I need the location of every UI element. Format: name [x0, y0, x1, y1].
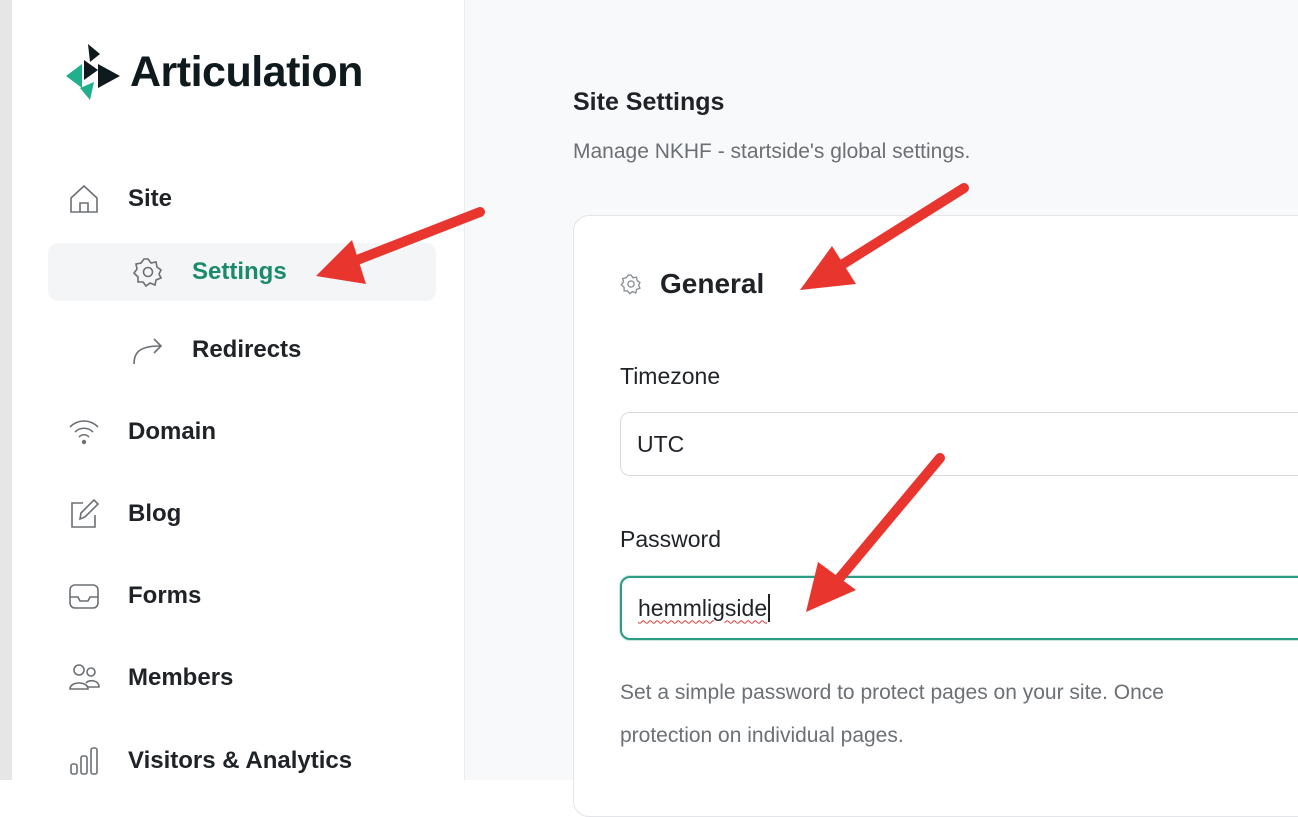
- window-edge: [0, 0, 12, 780]
- sidebar-item-settings[interactable]: Settings: [48, 243, 436, 301]
- users-icon: [64, 658, 104, 698]
- sidebar-item-label: Redirects: [192, 336, 302, 363]
- sidebar-item-label: Members: [128, 664, 234, 691]
- inbox-icon: [64, 576, 104, 616]
- sidebar-item-label: Blog: [128, 500, 182, 527]
- gear-icon: [128, 252, 168, 292]
- wifi-icon: [64, 412, 104, 452]
- sidebar-item-label: Domain: [128, 418, 217, 445]
- bar-chart-icon: [64, 741, 104, 781]
- sidebar-item-visitors-analytics[interactable]: Visitors & Analytics: [48, 732, 352, 790]
- password-value: hemmligside: [638, 594, 768, 621]
- timezone-label: Timezone: [620, 363, 721, 389]
- sidebar-item-members[interactable]: Members: [48, 649, 233, 707]
- redirect-arrow-icon: [128, 330, 168, 370]
- page-title: Site Settings: [573, 88, 725, 116]
- help-line-2: protection on individual pages.: [620, 724, 904, 747]
- articulation-logo-icon: [66, 44, 120, 100]
- brand-logo[interactable]: Articulation: [60, 40, 363, 104]
- text-caret: [768, 594, 771, 622]
- sidebar-item-blog[interactable]: Blog: [48, 485, 181, 543]
- sidebar-item-redirects[interactable]: Redirects: [48, 321, 301, 379]
- timezone-value: UTC: [637, 430, 685, 457]
- sidebar-item-label: Visitors & Analytics: [128, 747, 353, 774]
- password-help-text: Set a simple password to protect pages o…: [620, 671, 1298, 757]
- brand-name: Articulation: [130, 47, 363, 96]
- sidebar-item-domain[interactable]: Domain: [48, 403, 216, 461]
- sidebar-item-label: Forms: [128, 582, 202, 609]
- sidebar: Articulation Site Settings Redirects Dom…: [12, 0, 465, 780]
- password-input[interactable]: hemmligside: [620, 576, 1298, 640]
- general-settings-card: General Timezone UTC Password hemmligsid…: [573, 215, 1298, 817]
- card-header: General: [620, 268, 764, 300]
- page-subtitle: Manage NKHF - startside's global setting…: [573, 140, 971, 163]
- timezone-select[interactable]: UTC: [620, 412, 1298, 476]
- help-line-1: Set a simple password to protect pages o…: [620, 681, 1164, 704]
- sidebar-item-label: Settings: [192, 258, 287, 285]
- home-icon: [64, 179, 104, 219]
- main-content: Site Settings Manage NKHF - startside's …: [465, 0, 1298, 817]
- sidebar-item-label: Site: [128, 185, 173, 212]
- card-title: General: [660, 268, 765, 299]
- sidebar-item-site[interactable]: Site: [48, 170, 172, 228]
- password-label: Password: [620, 526, 721, 552]
- edit-icon: [64, 494, 104, 534]
- sidebar-item-forms[interactable]: Forms: [48, 567, 201, 625]
- gear-icon: [620, 274, 641, 295]
